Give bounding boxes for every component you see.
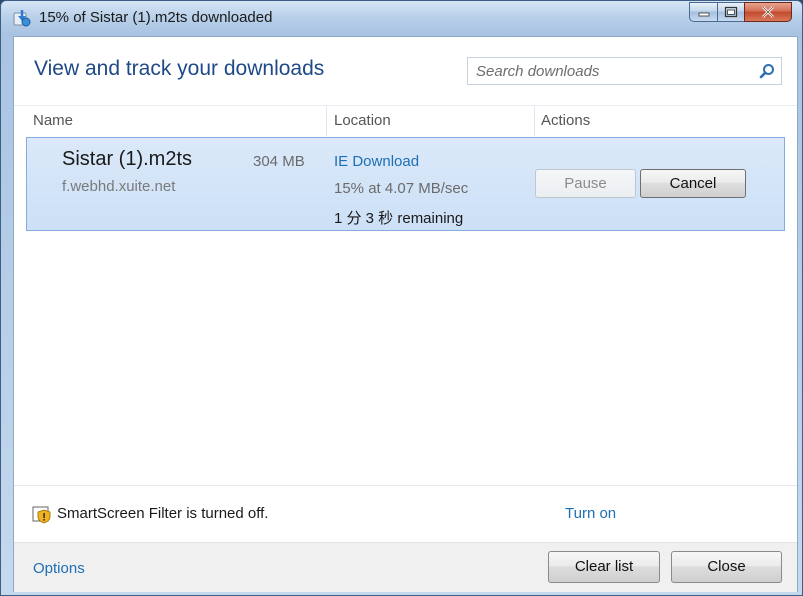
column-location[interactable]: Location — [334, 106, 391, 136]
clear-list-button[interactable]: Clear list — [548, 551, 660, 583]
smartscreen-status: SmartScreen Filter is turned off. — [57, 505, 269, 522]
window-title: 15% of Sistar (1).m2ts downloaded — [39, 9, 273, 26]
maximize-button[interactable] — [717, 2, 744, 22]
pause-button[interactable]: Pause — [535, 169, 636, 198]
turn-on-link[interactable]: Turn on — [565, 505, 616, 522]
cancel-button[interactable]: Cancel — [640, 169, 746, 198]
column-header: Name Location Actions — [14, 105, 797, 136]
column-separator[interactable] — [326, 106, 327, 136]
progress-text: 15% at 4.07 MB/sec — [334, 180, 469, 197]
search-box[interactable] — [467, 57, 782, 85]
time-remaining: 1 分 3 秒 remaining — [334, 210, 464, 227]
close-icon — [762, 6, 774, 18]
footer: Options Clear list Close — [14, 542, 797, 592]
maximize-icon — [724, 6, 738, 18]
column-separator[interactable] — [534, 106, 535, 136]
search-icon[interactable] — [759, 63, 775, 79]
column-actions[interactable]: Actions — [541, 106, 590, 136]
shield-warning-icon — [32, 506, 51, 524]
page-title: View and track your downloads — [34, 57, 325, 80]
title-bar[interactable]: 15% of Sistar (1).m2ts downloaded — [1, 1, 802, 35]
minimize-icon — [698, 12, 709, 17]
column-name[interactable]: Name — [33, 106, 73, 136]
download-row[interactable]: Sistar (1).m2ts 304 MB f.webhd.xuite.net… — [26, 137, 785, 231]
file-name: Sistar (1).m2ts — [62, 148, 193, 170]
divider — [14, 485, 797, 486]
ie-download-icon — [13, 10, 31, 27]
file-host: f.webhd.xuite.net — [62, 178, 176, 195]
search-input[interactable] — [476, 62, 746, 80]
minimize-button[interactable] — [689, 2, 717, 22]
window-close-button[interactable] — [744, 2, 792, 22]
close-button[interactable]: Close — [671, 551, 782, 583]
download-manager-window: 15% of Sistar (1).m2ts downloaded View a… — [0, 0, 803, 596]
location-link[interactable]: IE Download — [334, 153, 419, 170]
caption-buttons — [689, 2, 792, 22]
client-area: View and track your downloads Name Locat… — [13, 36, 798, 592]
file-size: 304 MB — [253, 153, 305, 170]
options-link[interactable]: Options — [33, 560, 85, 577]
